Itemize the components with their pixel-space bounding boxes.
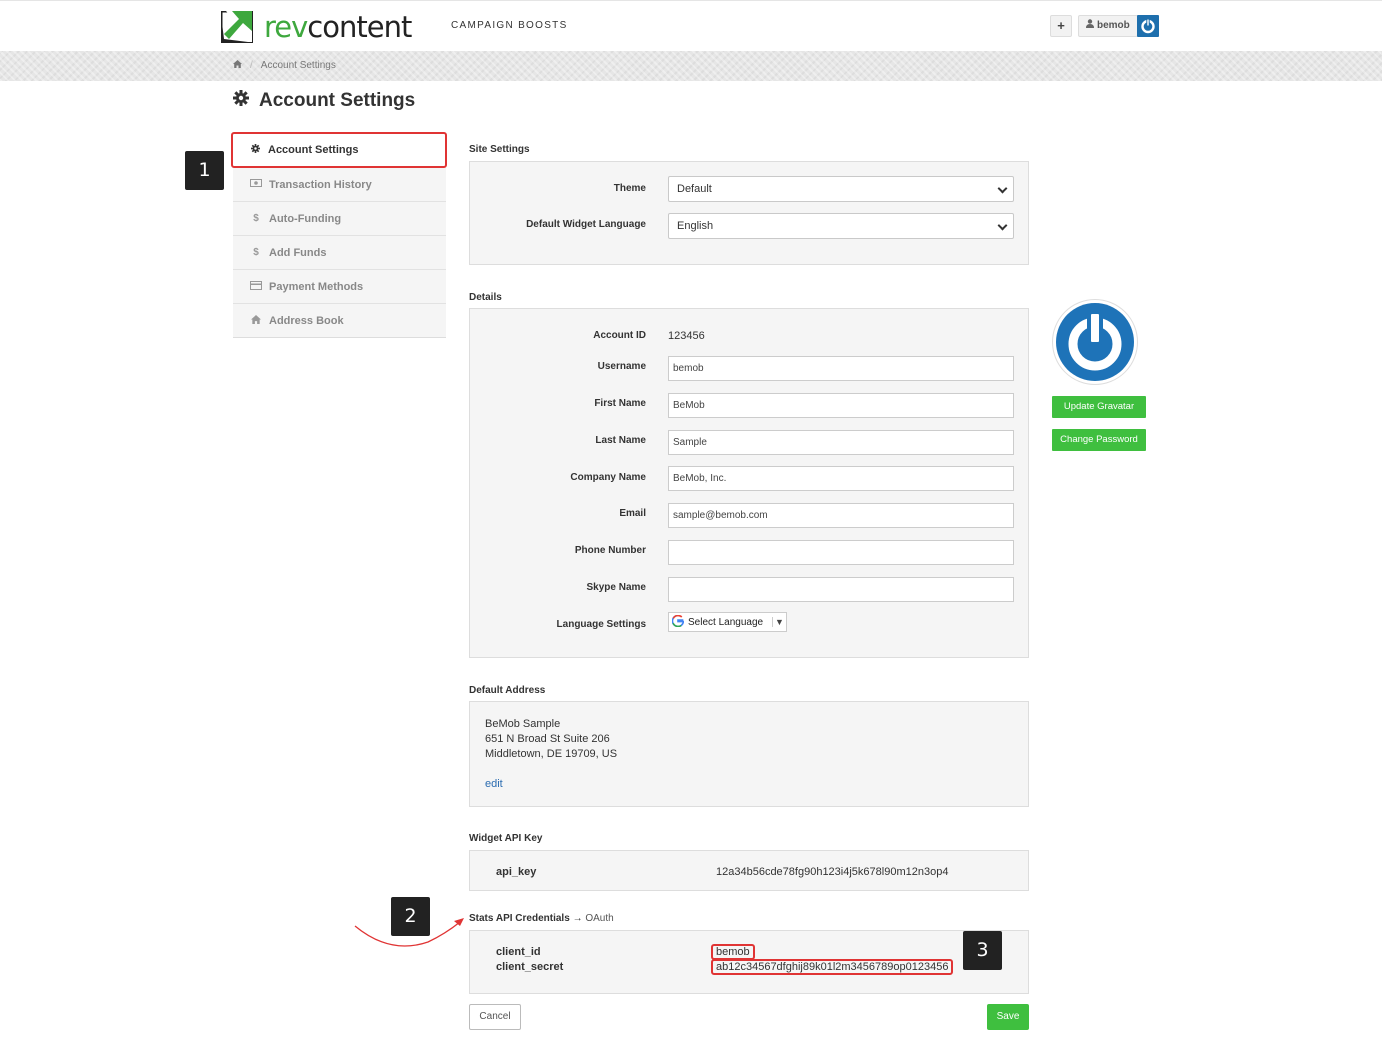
page-title-text: Account Settings: [259, 90, 416, 111]
address-line-1: BeMob Sample: [485, 718, 561, 730]
sidebar-item-address-book[interactable]: Address Book: [233, 304, 446, 338]
stats-api-panel: client_id client_secret bemob ab12c34567…: [469, 930, 1029, 994]
default-address-panel: BeMob Sample 651 N Broad St Suite 206 Mi…: [469, 701, 1029, 807]
save-button[interactable]: Save: [987, 1004, 1029, 1030]
site-settings-title: Site Settings: [469, 144, 530, 155]
step-badge-1: 1: [185, 151, 224, 190]
user-menu-button[interactable]: bemob: [1078, 15, 1138, 37]
gravatar-image: [1052, 299, 1138, 385]
last-name-label: Last Name: [595, 435, 646, 446]
change-password-button[interactable]: Change Password: [1052, 429, 1146, 451]
client-secret-value: ab12c34567dfghij89k01l2m3456789op0123456: [711, 959, 954, 975]
phone-label: Phone Number: [574, 545, 646, 556]
email-label: Email: [619, 508, 646, 519]
sidebar-item-label: Account Settings: [268, 144, 359, 156]
widget-language-value: English: [677, 220, 714, 232]
gear-icon: [248, 144, 262, 156]
breadcrumb-separator: /: [250, 60, 253, 71]
sidebar-item-account-settings[interactable]: Account Settings: [231, 132, 447, 168]
top-navbar: revcontent CAMPAIGN BOOSTS + bemob: [0, 0, 1382, 51]
details-panel: Account ID 123456 Username bemob First N…: [469, 308, 1029, 658]
credit-card-icon: [249, 280, 263, 293]
logo-mark-icon: [219, 9, 254, 44]
google-icon: [671, 614, 685, 630]
address-line-3: Middletown, DE 19709, US: [485, 748, 618, 760]
account-id-value: 123456: [668, 330, 705, 342]
sidebar-item-label: Payment Methods: [269, 280, 364, 293]
first-name-label: First Name: [594, 398, 646, 409]
sidebar-item-label: Transaction History: [269, 178, 372, 191]
last-name-field[interactable]: Sample: [668, 430, 1014, 455]
sidebar-item-label: Address Book: [269, 314, 344, 327]
company-name-label: Company Name: [570, 472, 646, 483]
chevron-down-icon: [997, 183, 1008, 194]
skype-field[interactable]: [668, 577, 1014, 602]
home-icon: [249, 314, 263, 327]
logo-wordmark: revcontent: [264, 10, 412, 44]
sidebar-item-transaction-history[interactable]: Transaction History: [233, 168, 446, 202]
api-key-label: api_key: [496, 866, 537, 878]
revcontent-logo[interactable]: revcontent: [219, 9, 412, 44]
arrow-right-icon: →: [572, 913, 583, 924]
edit-address-link[interactable]: edit: [485, 778, 503, 790]
nav-campaign-boosts[interactable]: CAMPAIGN BOOSTS: [451, 20, 568, 31]
settings-sidebar: Account Settings Transaction History $ A…: [231, 132, 447, 338]
account-id-label: Account ID: [593, 330, 646, 341]
add-button[interactable]: +: [1050, 15, 1072, 37]
details-title: Details: [469, 292, 502, 303]
home-icon[interactable]: [233, 60, 242, 71]
phone-field[interactable]: [668, 540, 1014, 565]
default-address-title: Default Address: [469, 685, 546, 696]
client-id-label: client_id: [496, 946, 541, 958]
first-name-field[interactable]: BeMob: [668, 393, 1014, 418]
google-translate-select[interactable]: Select Language ▼: [668, 612, 787, 632]
company-name-field[interactable]: BeMob, Inc.: [668, 466, 1014, 491]
breadcrumb-bar: [0, 51, 1382, 81]
money-icon: [249, 179, 263, 190]
widget-api-key-panel: api_key 12a34b56cde78fg90h123i4j5k678l90…: [469, 850, 1029, 891]
stats-api-title-text: Stats API Credentials: [469, 913, 570, 924]
annotation-arrow-icon: [354, 918, 464, 947]
step-badge-3: 3: [963, 931, 1002, 970]
theme-select-value: Default: [677, 183, 712, 195]
widget-language-select[interactable]: English: [668, 213, 1014, 239]
dollar-icon: $: [253, 247, 259, 258]
address-line-2: 651 N Broad St Suite 206: [485, 733, 610, 745]
api-key-value: 12a34b56cde78fg90h123i4j5k678l90m12n3op4: [716, 866, 949, 878]
stats-api-subtitle: OAuth: [585, 913, 614, 924]
dropdown-arrow-icon: ▼: [772, 617, 786, 627]
sidebar-item-auto-funding[interactable]: $ Auto-Funding: [233, 202, 446, 236]
breadcrumb: / Account Settings: [233, 60, 336, 71]
client-id-value: bemob: [711, 944, 755, 960]
user-name: bemob: [1097, 20, 1130, 31]
username-label: Username: [597, 361, 646, 372]
breadcrumb-current: Account Settings: [260, 60, 336, 71]
chevron-down-icon: [997, 220, 1008, 231]
theme-label: Theme: [613, 183, 646, 194]
cancel-button[interactable]: Cancel: [469, 1004, 521, 1030]
language-settings-label: Language Settings: [556, 619, 646, 630]
update-gravatar-button[interactable]: Update Gravatar: [1052, 396, 1146, 418]
sidebar-item-label: Add Funds: [269, 246, 327, 259]
sidebar-item-add-funds[interactable]: $ Add Funds: [233, 236, 446, 270]
username-field[interactable]: bemob: [668, 356, 1014, 381]
skype-label: Skype Name: [586, 582, 646, 593]
widget-language-label: Default Widget Language: [526, 219, 646, 230]
site-settings-panel: Theme Default Default Widget Language En…: [469, 161, 1029, 265]
email-field[interactable]: sample@bemob.com: [668, 503, 1014, 528]
gear-icon: [233, 90, 249, 112]
client-secret-label: client_secret: [496, 961, 564, 973]
user-icon: [1086, 16, 1094, 36]
select-language-text: Select Language: [688, 616, 764, 628]
widget-api-key-title: Widget API Key: [469, 833, 543, 844]
sidebar-item-payment-methods[interactable]: Payment Methods: [233, 270, 446, 304]
dollar-icon: $: [253, 213, 259, 224]
sidebar-item-label: Auto-Funding: [269, 212, 342, 225]
page-title: Account Settings: [233, 90, 415, 112]
stats-api-title: Stats API Credentials → OAuth: [469, 913, 614, 924]
avatar[interactable]: [1137, 15, 1159, 37]
theme-select[interactable]: Default: [668, 176, 1014, 202]
